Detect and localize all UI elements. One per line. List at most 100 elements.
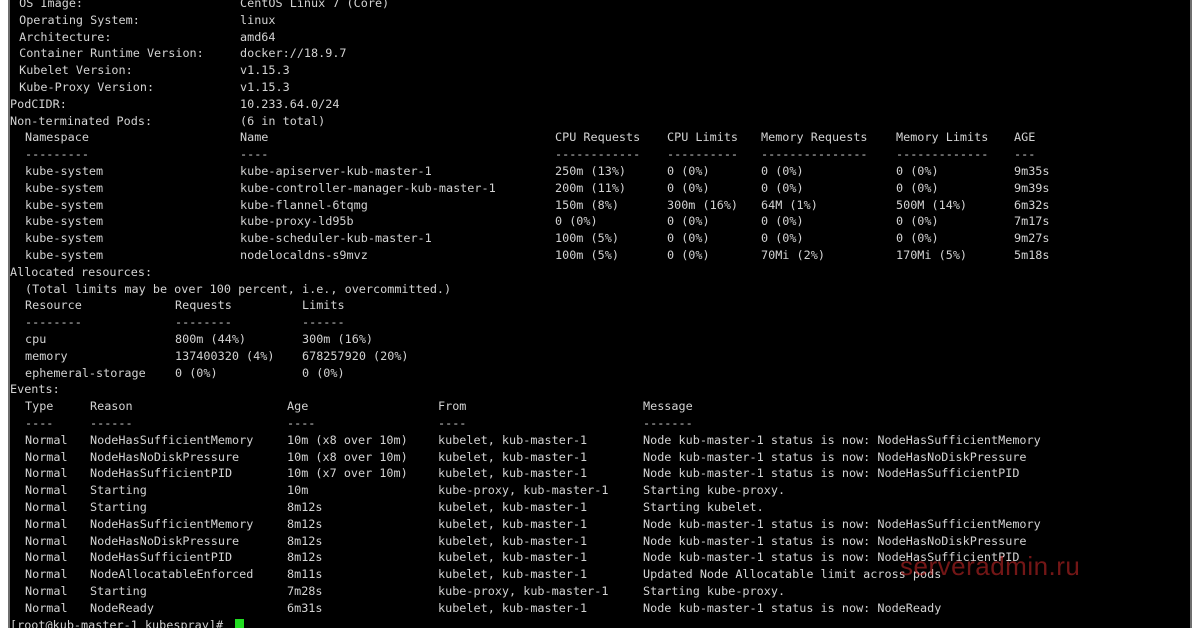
table-cell: kubelet, kub-master-1 bbox=[438, 533, 588, 548]
events-table-header: Type Reason Age From Message bbox=[10, 398, 1190, 415]
table-row: Normal NodeHasSufficientMemory 10m (x8 ove… bbox=[10, 432, 1190, 449]
table-cell: Normal bbox=[25, 533, 68, 548]
table-cell: Node kub-master-1 status is now: NodeHas… bbox=[643, 466, 1020, 481]
table-row: Normal NodeHasNoDiskPressure 10m (x8 over … bbox=[10, 449, 1190, 466]
node-info-label: Kubelet Version: bbox=[12, 63, 133, 78]
table-cell: kube-system bbox=[25, 164, 104, 178]
table-cell: Node kub-master-1 status is now: NodeHas… bbox=[643, 449, 1027, 464]
podcidr-label: PodCIDR: bbox=[10, 96, 67, 111]
table-cell: kubelet, kub-master-1 bbox=[438, 449, 588, 464]
pods-column-header: AGE bbox=[1014, 130, 1036, 145]
table-cell: ephemeral-storage bbox=[25, 365, 146, 380]
table-cell: 0 (0%) bbox=[667, 164, 710, 178]
table-cell: 6m31s bbox=[287, 600, 323, 615]
events-column-separator: ---- bbox=[287, 416, 316, 430]
table-cell: kubelet, kub-master-1 bbox=[438, 432, 588, 447]
table-cell: NodeHasNoDiskPressure bbox=[90, 533, 240, 548]
table-cell: kube-scheduler-kub-master-1 bbox=[240, 231, 432, 246]
table-cell: Starting kube-proxy. bbox=[643, 584, 786, 598]
watermark-logo: serveradmin.ru bbox=[900, 551, 1081, 581]
pods-column-header: Memory Limits bbox=[896, 130, 989, 145]
table-cell: NodeHasNoDiskPressure bbox=[90, 449, 240, 464]
table-cell: Normal bbox=[25, 584, 68, 598]
terminal-output[interactable]: OS Image: CentOS Linux 7 (Core) Operating… bbox=[8, 0, 1192, 628]
table-row: memory 137400320 (4%) 678257920 (20%) bbox=[10, 348, 1190, 365]
shell-prompt-row[interactable]: [root@kub-master-1 kubespray]# bbox=[10, 617, 1190, 628]
table-row: kube-system kube-controller-manager-kub-m… bbox=[10, 180, 1190, 197]
pods-column-header: Namespace bbox=[25, 130, 89, 145]
table-cell: 100m (5%) bbox=[555, 231, 619, 246]
table-cell: Node kub-master-1 status is now: NodeRea… bbox=[643, 600, 942, 615]
pods-header-value: (6 in total) bbox=[240, 113, 326, 128]
node-info-row: Architecture: amd64 bbox=[10, 29, 1190, 46]
table-cell: NodeHasSufficientPID bbox=[90, 550, 233, 565]
table-row: kube-system kube-scheduler-kub-master-1 10… bbox=[10, 230, 1190, 247]
table-cell: 300m (16%) bbox=[667, 197, 739, 212]
pods-table-header: Namespace Name CPU Requests CPU Limits Memor… bbox=[10, 129, 1190, 146]
table-cell: kube-system bbox=[25, 231, 104, 246]
table-cell: 8m12s bbox=[287, 550, 323, 565]
allocated-table-separator: -------- -------- ------ bbox=[10, 314, 1190, 331]
table-cell: cpu bbox=[25, 332, 47, 346]
table-cell: 8m12s bbox=[287, 500, 323, 514]
table-cell: 9m35s bbox=[1014, 164, 1050, 178]
table-cell: 0 (0%) bbox=[896, 180, 939, 195]
podcidr-value: 10.233.64.0/24 bbox=[240, 96, 340, 111]
shell-prompt[interactable]: [root@kub-master-1 kubespray]# bbox=[10, 617, 245, 628]
table-cell: kubelet, kub-master-1 bbox=[438, 516, 588, 531]
table-cell: Normal bbox=[25, 466, 68, 481]
table-cell: 0 (0%) bbox=[667, 214, 710, 229]
node-info-label: Container Runtime Version: bbox=[12, 46, 204, 61]
table-cell: Normal bbox=[25, 500, 68, 514]
table-cell: kube-system bbox=[25, 180, 104, 195]
node-info-row: OS Image: CentOS Linux 7 (Core) bbox=[10, 0, 1190, 12]
allocated-column-header: Resource bbox=[25, 298, 82, 313]
table-row: Normal NodeHasSufficientMemory 8m12s kubele… bbox=[10, 516, 1190, 533]
table-cell: 300m (16%) bbox=[302, 332, 374, 346]
table-row: kube-system kube-proxy-ld95b 0 (0%) 0 (0%) 0… bbox=[10, 213, 1190, 230]
pods-column-separator: ------------- bbox=[896, 147, 989, 162]
table-cell: NodeHasSufficientMemory bbox=[90, 516, 254, 531]
table-cell: Updated Node Allocatable limit across po… bbox=[643, 567, 942, 582]
node-info-value: v1.15.3 bbox=[240, 63, 290, 78]
pods-column-separator: --- bbox=[1014, 147, 1036, 162]
table-row: kube-system nodelocaldns-s9mvz 100m (5%) 0 … bbox=[10, 247, 1190, 264]
node-info-row: Kubelet Version: v1.15.3 bbox=[10, 62, 1190, 79]
allocated-label: Allocated resources: bbox=[10, 264, 153, 279]
events-column-header: Message bbox=[643, 399, 693, 414]
table-cell: 0 (0%) bbox=[761, 164, 804, 178]
node-info-row: Kube-Proxy Version: v1.15.3 bbox=[10, 79, 1190, 96]
table-cell: 64M (1%) bbox=[761, 197, 818, 212]
table-cell: 5m18s bbox=[1014, 248, 1050, 262]
table-cell: 0 (0%) bbox=[667, 180, 710, 195]
pods-column-separator: ---- bbox=[240, 147, 269, 162]
table-cell: 0 (0%) bbox=[761, 231, 804, 246]
node-info-label: Architecture: bbox=[12, 29, 112, 44]
table-row: Normal NodeHasSufficientPID 10m (x7 over 1… bbox=[10, 465, 1190, 482]
table-cell: kube-system bbox=[25, 214, 104, 229]
table-cell: Starting kube-proxy. bbox=[643, 483, 786, 498]
table-cell: kubelet, kub-master-1 bbox=[438, 550, 588, 565]
pods-column-separator: --------------- bbox=[761, 147, 868, 162]
allocated-column-separator: -------- bbox=[25, 315, 82, 330]
table-cell: Normal bbox=[25, 516, 68, 531]
table-cell: 6m32s bbox=[1014, 197, 1050, 212]
events-column-header: From bbox=[438, 399, 467, 414]
table-cell: 170Mi (5%) bbox=[896, 248, 968, 262]
table-cell: kube-apiserver-kub-master-1 bbox=[240, 164, 432, 178]
table-cell: 200m (11%) bbox=[555, 180, 627, 195]
table-cell: 137400320 (4%) bbox=[175, 348, 275, 363]
table-cell: 100m (5%) bbox=[555, 248, 619, 262]
pods-column-header: CPU Requests bbox=[555, 130, 641, 145]
table-cell: NodeHasSufficientMemory bbox=[90, 432, 254, 447]
table-cell: Normal bbox=[25, 567, 68, 582]
table-row: Normal NodeHasNoDiskPressure 8m12s kubelet,… bbox=[10, 533, 1190, 550]
table-cell: kube-flannel-6tqmg bbox=[240, 197, 368, 212]
node-info-value: docker://18.9.7 bbox=[240, 46, 347, 61]
podcidr-row: PodCIDR: 10.233.64.0/24 bbox=[10, 96, 1190, 113]
table-cell: Node kub-master-1 status is now: NodeHas… bbox=[643, 533, 1027, 548]
table-cell: 70Mi (2%) bbox=[761, 248, 825, 262]
table-row: ephemeral-storage 0 (0%) 0 (0%) bbox=[10, 365, 1190, 382]
table-cell: 800m (44%) bbox=[175, 332, 247, 346]
node-info-label: Kube-Proxy Version: bbox=[12, 80, 155, 94]
